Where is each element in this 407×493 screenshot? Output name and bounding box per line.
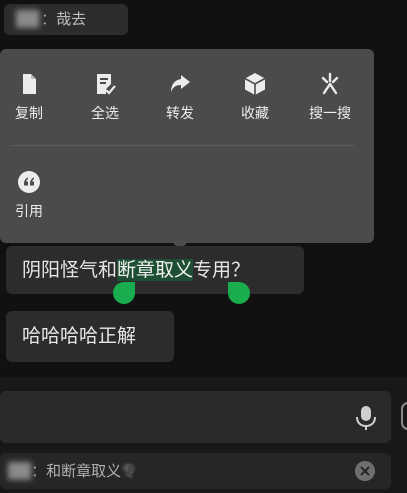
reply-message-text: 哈哈哈哈正解 — [22, 325, 137, 347]
select-all-icon — [97, 74, 116, 95]
top-message-text: 哉去 — [56, 10, 87, 28]
selection-handle-right[interactable] — [228, 282, 250, 304]
menu-divider — [10, 145, 354, 146]
message-text-after: 专用？ — [193, 259, 251, 281]
emoji-button-partial[interactable] — [401, 402, 407, 430]
quote-preview-bar: ██：和断章取义专 — [0, 453, 391, 489]
microphone-icon[interactable] — [355, 405, 377, 431]
top-message-separator: ： — [41, 10, 57, 28]
selected-text[interactable]: 断章取义 — [117, 259, 194, 281]
menu-item-quote-label: 引用 — [15, 204, 43, 220]
menu-item-favorite-label: 收藏 — [241, 106, 269, 122]
context-menu: 复制 全选 转发 收藏 搜一搜 引用 — [0, 49, 374, 243]
favorite-icon — [244, 73, 266, 95]
message-text-before: 阴阳怪气和 — [22, 259, 118, 281]
menu-item-search[interactable]: 搜一搜 — [295, 71, 365, 123]
quote-text-faded: 专 — [121, 462, 137, 480]
reply-message-bubble[interactable]: 哈哈哈哈正解 — [6, 311, 174, 362]
menu-item-copy-label: 复制 — [15, 106, 43, 122]
quote-text: 和断章取义 — [46, 462, 122, 480]
clear-quote-icon[interactable] — [355, 461, 375, 481]
message-input[interactable] — [0, 391, 391, 443]
menu-item-search-label: 搜一搜 — [309, 106, 351, 122]
selection-handle-left[interactable] — [113, 282, 135, 304]
search-sparkle-icon — [321, 72, 339, 95]
menu-item-quote[interactable]: 引用 — [0, 169, 64, 221]
menu-item-select-all-label: 全选 — [91, 106, 119, 122]
top-message-bubble[interactable]: ██ ：哉去 — [4, 4, 128, 35]
quote-prefix: ： — [31, 462, 47, 480]
menu-item-forward[interactable]: 转发 — [145, 71, 215, 123]
menu-item-favorite[interactable]: 收藏 — [220, 71, 290, 123]
menu-item-forward-label: 转发 — [166, 106, 194, 122]
top-message-sender: ██ — [16, 10, 40, 28]
selected-message-bubble[interactable]: 阴阳怪气和断章取义专用？ — [6, 246, 304, 294]
quote-icon — [18, 171, 40, 193]
copy-icon — [23, 74, 36, 94]
menu-item-select-all[interactable]: 全选 — [70, 71, 140, 123]
forward-icon — [171, 75, 190, 92]
menu-item-copy[interactable]: 复制 — [0, 71, 64, 123]
quote-sender: ██ — [8, 462, 32, 480]
